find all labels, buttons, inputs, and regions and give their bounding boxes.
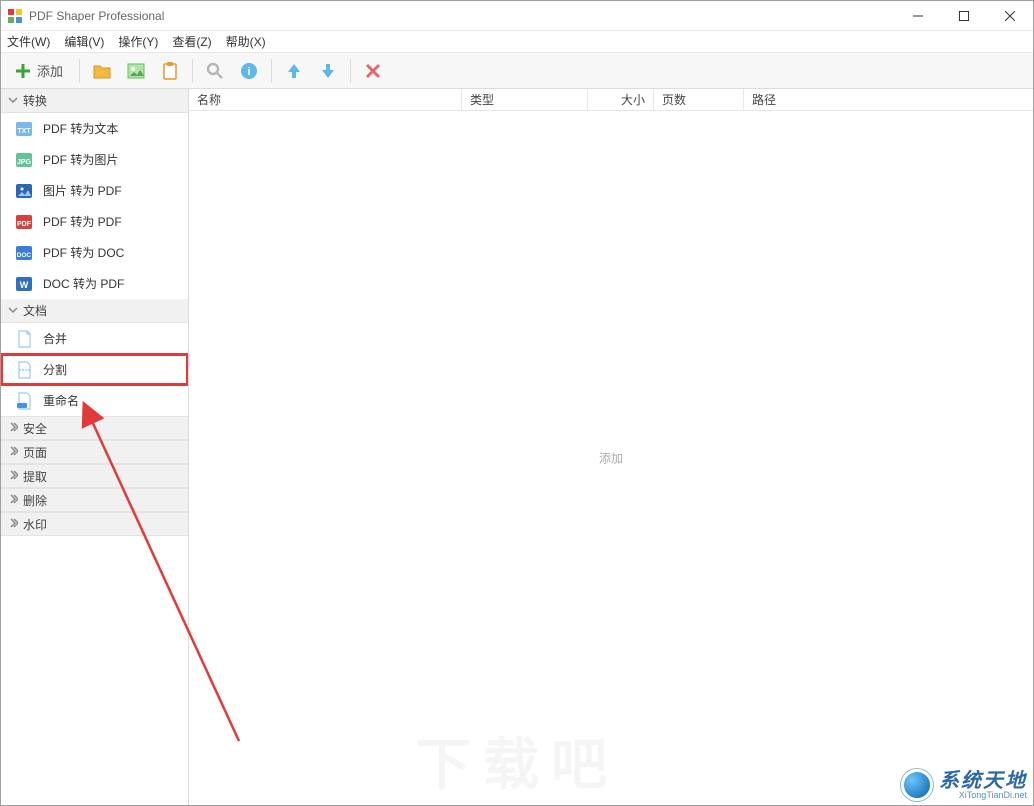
- sidebar-item-label: PDF 转为文本: [43, 120, 118, 137]
- chevron-right-icon: [7, 421, 19, 435]
- sidebar-item-pdf-to-image[interactable]: JPG PDF 转为图片: [1, 144, 188, 175]
- sidebar-item-label: 图片 转为 PDF: [43, 182, 122, 199]
- sidebar-item-pdf-to-doc[interactable]: DOC PDF 转为 DOC: [1, 237, 188, 268]
- image-button[interactable]: [122, 57, 150, 85]
- column-size[interactable]: 大小: [588, 89, 654, 110]
- sidebar-group-label: 文档: [23, 302, 47, 319]
- column-pages[interactable]: 页数: [654, 89, 744, 110]
- page-tag-icon: [15, 392, 33, 410]
- sidebar-group-convert[interactable]: 转换: [1, 89, 188, 113]
- sidebar-group-security[interactable]: 安全: [1, 416, 188, 440]
- sidebar-item-pdf-to-pdf[interactable]: PDF PDF 转为 PDF: [1, 206, 188, 237]
- sidebar-item-label: 分割: [43, 361, 67, 378]
- clipboard-button[interactable]: [156, 57, 184, 85]
- main-panel: 名称 类型 大小 页数 路径 添加: [189, 89, 1033, 805]
- sidebar-item-label: PDF 转为 PDF: [43, 213, 122, 230]
- txt-file-icon: TXT: [15, 120, 33, 138]
- chevron-down-icon: [7, 94, 19, 108]
- sidebar-item-label: PDF 转为图片: [43, 151, 118, 168]
- toolbar-separator: [79, 59, 80, 83]
- site-watermark: 系统天地 XiTongTianDi.net: [901, 769, 1027, 801]
- sidebar-group-delete[interactable]: 删除: [1, 488, 188, 512]
- chevron-right-icon: [7, 493, 19, 507]
- pdf-file-icon: PDF: [15, 213, 33, 231]
- sidebar-group-watermark[interactable]: 水印: [1, 512, 188, 536]
- sidebar-item-rename[interactable]: 重命名: [1, 385, 188, 416]
- info-button[interactable]: i: [235, 57, 263, 85]
- watermark-text-cn: 系统天地: [939, 771, 1027, 791]
- chevron-right-icon: [7, 469, 19, 483]
- sidebar-group-label: 转换: [23, 92, 47, 109]
- svg-text:PDF: PDF: [17, 221, 32, 228]
- column-type[interactable]: 类型: [462, 89, 588, 110]
- menu-view[interactable]: 查看(Z): [172, 33, 211, 50]
- search-button[interactable]: [201, 57, 229, 85]
- file-list[interactable]: 添加: [189, 111, 1033, 805]
- svg-text:i: i: [247, 66, 250, 78]
- drop-hint: 添加: [599, 450, 623, 467]
- menu-file[interactable]: 文件(W): [7, 33, 50, 50]
- column-headers: 名称 类型 大小 页数 路径: [189, 89, 1033, 111]
- page-split-icon: [15, 361, 33, 379]
- window-title: PDF Shaper Professional: [29, 9, 164, 23]
- chevron-right-icon: [7, 517, 19, 531]
- toolbar-separator: [271, 59, 272, 83]
- toolbar-separator: [192, 59, 193, 83]
- close-button[interactable]: [987, 1, 1033, 31]
- sidebar-group-label: 删除: [23, 492, 47, 509]
- maximize-button[interactable]: [941, 1, 987, 31]
- svg-text:TXT: TXT: [17, 128, 31, 135]
- toolbar: 添加 i: [1, 53, 1033, 89]
- sidebar-group-extract[interactable]: 提取: [1, 464, 188, 488]
- chevron-right-icon: [7, 445, 19, 459]
- watermark-logo-icon: [901, 769, 933, 801]
- sidebar-group-label: 安全: [23, 420, 47, 437]
- sidebar-item-label: PDF 转为 DOC: [43, 244, 124, 261]
- app-icon: [7, 8, 23, 24]
- sidebar-group-label: 提取: [23, 468, 47, 485]
- sidebar-group-pages[interactable]: 页面: [1, 440, 188, 464]
- chevron-down-icon: [7, 304, 19, 318]
- svg-text:W: W: [20, 280, 29, 290]
- sidebar-item-image-to-pdf[interactable]: 图片 转为 PDF: [1, 175, 188, 206]
- sidebar: 转换 TXT PDF 转为文本 JPG PDF 转为图片: [1, 89, 189, 805]
- image-file-icon: [15, 182, 33, 200]
- add-button-label: 添加: [37, 61, 63, 80]
- sidebar-item-label: DOC 转为 PDF: [43, 275, 124, 292]
- sidebar-item-doc-to-pdf[interactable]: W DOC 转为 PDF: [1, 268, 188, 299]
- doc-file-icon: DOC: [15, 244, 33, 262]
- column-path[interactable]: 路径: [744, 89, 1033, 110]
- content-body: 转换 TXT PDF 转为文本 JPG PDF 转为图片: [1, 89, 1033, 805]
- word-file-icon: W: [15, 275, 33, 293]
- sidebar-item-merge[interactable]: 合并: [1, 323, 188, 354]
- menu-action[interactable]: 操作(Y): [118, 33, 158, 50]
- folder-button[interactable]: [88, 57, 116, 85]
- svg-text:DOC: DOC: [17, 252, 32, 259]
- sidebar-group-label: 页面: [23, 444, 47, 461]
- toolbar-separator: [350, 59, 351, 83]
- page-blank-icon: [15, 330, 33, 348]
- minimize-button[interactable]: [895, 1, 941, 31]
- watermark-text-en: XiTongTianDi.net: [939, 791, 1027, 800]
- sidebar-item-pdf-to-text[interactable]: TXT PDF 转为文本: [1, 113, 188, 144]
- menu-help[interactable]: 帮助(X): [226, 33, 266, 50]
- svg-text:JPG: JPG: [17, 159, 32, 166]
- window-controls: [895, 1, 1033, 31]
- sidebar-item-split[interactable]: 分割: [1, 354, 188, 385]
- titlebar: PDF Shaper Professional: [1, 1, 1033, 31]
- menubar: 文件(W) 编辑(V) 操作(Y) 查看(Z) 帮助(X): [1, 31, 1033, 53]
- move-up-button[interactable]: [280, 57, 308, 85]
- sidebar-item-label: 重命名: [43, 392, 79, 409]
- column-name[interactable]: 名称: [189, 89, 462, 110]
- sidebar-item-label: 合并: [43, 330, 67, 347]
- menu-edit[interactable]: 编辑(V): [64, 33, 104, 50]
- sidebar-group-label: 水印: [23, 516, 47, 533]
- sidebar-group-document[interactable]: 文档: [1, 299, 188, 323]
- delete-button[interactable]: [359, 57, 387, 85]
- app-window: PDF Shaper Professional 文件(W) 编辑(V) 操作(Y…: [0, 0, 1034, 806]
- jpg-file-icon: JPG: [15, 151, 33, 169]
- add-button[interactable]: 添加: [9, 57, 71, 85]
- move-down-button[interactable]: [314, 57, 342, 85]
